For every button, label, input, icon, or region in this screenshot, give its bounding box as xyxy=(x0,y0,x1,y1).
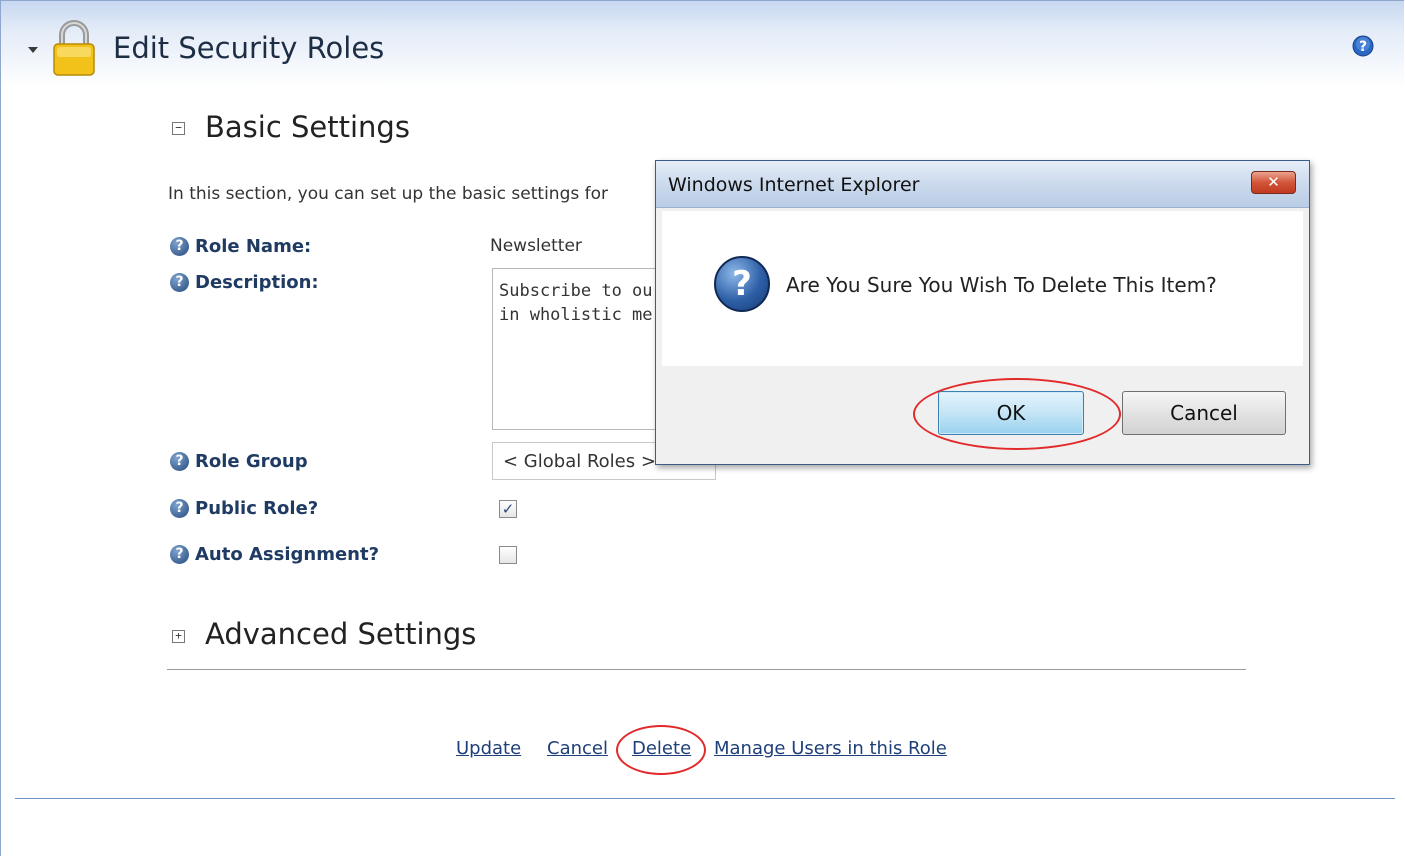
role-name-label: ? Role Name: xyxy=(170,236,311,257)
cancel-link[interactable]: Cancel xyxy=(547,738,608,759)
advanced-settings-title[interactable]: Advanced Settings xyxy=(205,617,476,651)
role-name-value: Newsletter xyxy=(490,236,582,256)
close-icon[interactable]: ✕ xyxy=(1251,171,1296,194)
section-divider xyxy=(167,669,1246,670)
module-header: Edit Security Roles ? xyxy=(1,1,1404,88)
collapse-arrow-icon[interactable] xyxy=(28,47,38,53)
svg-text:?: ? xyxy=(1359,39,1367,55)
advanced-settings-toggle[interactable]: + xyxy=(172,630,185,643)
dialog-body: ? Are You Sure You Wish To Delete This I… xyxy=(662,211,1303,366)
ok-highlight-circle xyxy=(913,378,1121,450)
public-role-label: ? Public Role? xyxy=(170,498,318,519)
dialog-cancel-button[interactable]: Cancel xyxy=(1122,391,1286,435)
help-icon[interactable]: ? xyxy=(170,273,189,292)
help-icon[interactable]: ? xyxy=(1352,35,1374,57)
auto-assignment-checkbox[interactable] xyxy=(499,546,517,564)
dialog-titlebar[interactable]: Windows Internet Explorer ✕ xyxy=(656,161,1309,208)
help-icon[interactable]: ? xyxy=(170,499,189,518)
dialog-message: Are You Sure You Wish To Delete This Ite… xyxy=(786,273,1217,297)
dialog-title: Windows Internet Explorer xyxy=(668,174,920,196)
update-link[interactable]: Update xyxy=(456,738,521,759)
basic-settings-title[interactable]: Basic Settings xyxy=(205,110,410,144)
public-role-checkbox[interactable]: ✓ xyxy=(499,500,517,518)
basic-settings-toggle[interactable]: − xyxy=(172,122,185,135)
role-group-label: ? Role Group xyxy=(170,451,308,472)
auto-assignment-label: ? Auto Assignment? xyxy=(170,544,379,565)
delete-highlight-circle xyxy=(616,725,706,775)
lock-icon xyxy=(53,20,95,76)
manage-users-link[interactable]: Manage Users in this Role xyxy=(714,738,947,759)
page-title: Edit Security Roles xyxy=(113,31,385,65)
basic-settings-intro: In this section, you can set up the basi… xyxy=(168,184,608,204)
description-label: ? Description: xyxy=(170,272,319,293)
footer-divider xyxy=(15,798,1395,799)
question-icon: ? xyxy=(714,256,770,312)
help-icon[interactable]: ? xyxy=(170,545,189,564)
help-icon[interactable]: ? xyxy=(170,237,189,256)
help-icon[interactable]: ? xyxy=(170,452,189,471)
